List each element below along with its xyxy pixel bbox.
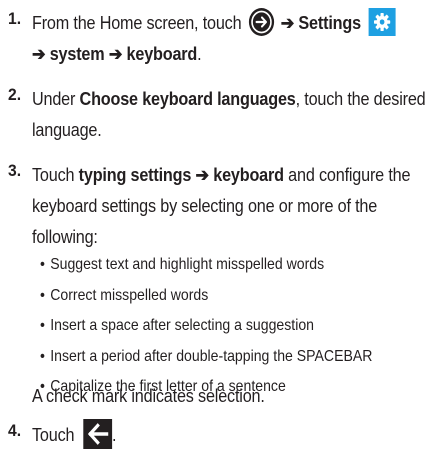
step-number: 3. (8, 161, 22, 180)
step-number: 1. (8, 9, 22, 28)
arrow-glyph: ➔ (108, 44, 123, 64)
keyboard-label: keyboard (213, 165, 284, 185)
bullet: • (40, 347, 45, 365)
step-text: Under Choose keyboard languages, touch t… (32, 84, 426, 146)
step-number: 2. (8, 85, 22, 104)
back-arrow-icon (83, 419, 112, 450)
step-2: 2. Under Choose keyboard languages, touc… (0, 84, 430, 146)
list-item: • Correct misspelled words (40, 281, 374, 312)
period: . (111, 425, 117, 445)
choose-keyboard-languages-label: Choose keyboard languages (79, 89, 296, 109)
step-text: From the Home screen, touch ➔ Settings ➔… (32, 8, 396, 70)
step-4-text: Touch (32, 425, 75, 445)
step-2-text-cont: , touch the desired (295, 89, 426, 109)
step-1-text: From the Home screen, touch (32, 13, 242, 33)
option-text: Insert a period after double-tapping the… (50, 347, 373, 365)
step-3-text-line-2: keyboard settings by selecting one or mo… (32, 196, 378, 216)
list-item: • Insert a space after selecting a sugges… (40, 311, 374, 342)
step-4: 4. Touch . (0, 419, 430, 451)
system-label: system (49, 44, 105, 64)
keyboard-label: keyboard (126, 44, 198, 64)
note-text: A check mark indicates selection. (32, 381, 385, 412)
step-3-text-line-3: following: (32, 227, 98, 247)
list-item: • Suggest text and highlight misspelled w… (40, 250, 374, 281)
bullet: • (40, 286, 45, 304)
bullet: • (40, 256, 45, 273)
bullet: • (40, 317, 45, 334)
arrow-right-circle-icon (248, 8, 274, 37)
step-1: 1. From the Home screen, touch ➔ Setting… (0, 8, 430, 70)
option-text: Suggest text and highlight misspelled wo… (50, 256, 325, 273)
settings-label: Settings (298, 13, 361, 33)
arrow-glyph: ➔ (280, 13, 295, 33)
option-text: Correct misspelled words (50, 286, 209, 304)
period: . (197, 44, 202, 64)
selection-note: A check mark indicates selection. (32, 386, 265, 406)
step-3-text: Touch (32, 165, 75, 185)
step-2-text: Under (32, 89, 76, 109)
step-2-text-end: language. (32, 120, 102, 140)
option-list: • Suggest text and highlight misspelled w… (40, 250, 374, 403)
instruction-page: 1. From the Home screen, touch ➔ Setting… (0, 0, 430, 452)
arrow-glyph: ➔ (195, 165, 210, 185)
typing-settings-label: typing settings (78, 165, 192, 185)
step-3-text-cont: and configure the (288, 165, 411, 185)
list-item: • Insert a period after double-tapping th… (40, 342, 374, 373)
step-text: Touch typing settings ➔ keyboard and con… (32, 160, 411, 253)
step-text: Touch . (32, 419, 385, 451)
gear-icon (368, 8, 396, 37)
option-text: Insert a space after selecting a suggest… (50, 317, 314, 334)
step-number: 4. (8, 421, 22, 440)
arrow-glyph: ➔ (32, 44, 46, 64)
